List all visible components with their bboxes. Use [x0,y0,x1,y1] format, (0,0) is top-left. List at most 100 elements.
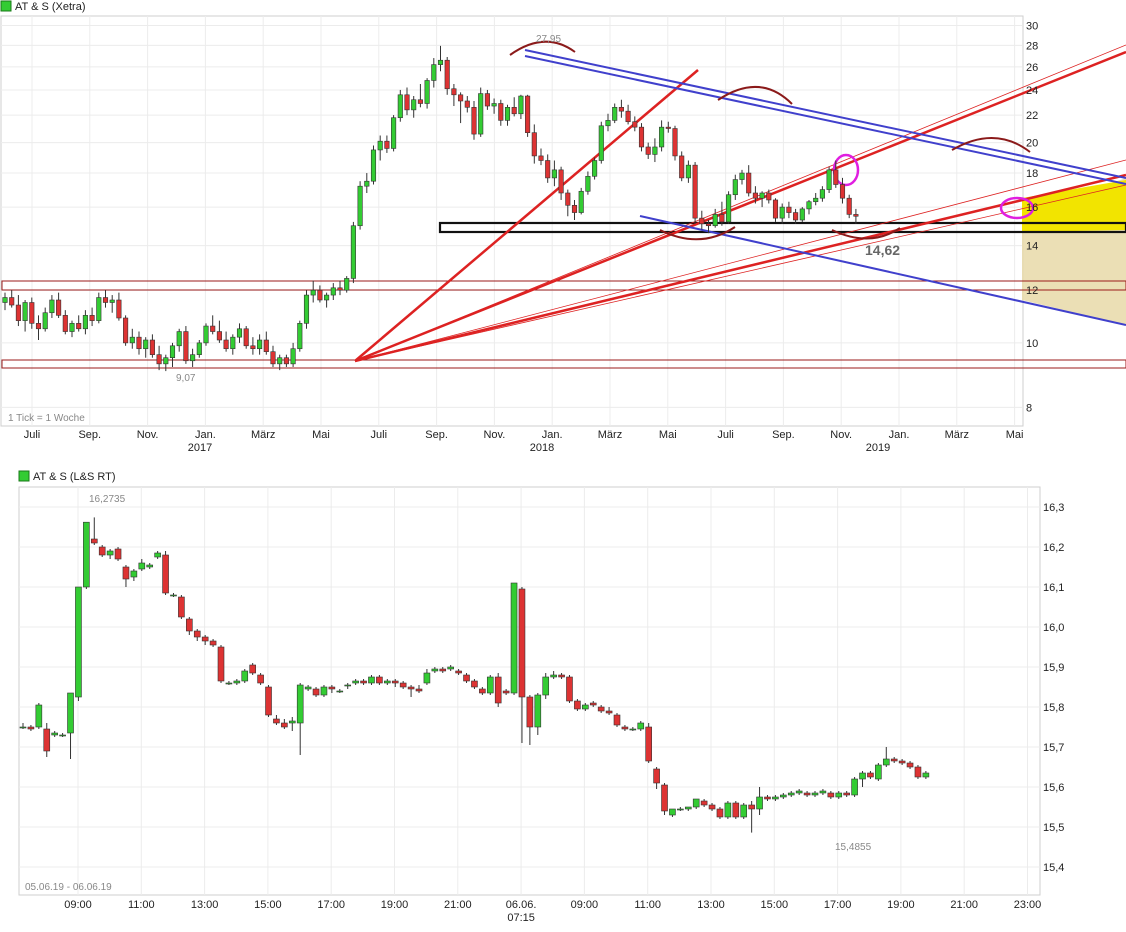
intraday-candle-body [605,710,613,714]
weekly-candle-body [846,197,852,215]
weekly-candle-body [236,328,243,338]
intraday-candle-body [257,674,264,684]
weekly-candle-body [190,354,196,362]
intraday-candle-body [582,704,589,710]
weekly-candle-body [283,357,289,365]
weekly-candle-body [819,189,825,199]
weekly-candle-body [578,190,584,213]
intraday-candle-body [811,792,819,796]
intraday-y-tick: 15,4 [1043,862,1064,874]
intraday-candle-body [875,764,882,780]
weekly-candle-body [538,155,544,161]
intraday-candle-body [296,684,304,724]
weekly-x-year: 2019 [866,442,890,454]
weekly-x-tick: Mai [1006,429,1024,441]
intraday-y-tick: 15,9 [1043,662,1064,674]
weekly-candle-body [491,103,497,107]
weekly-candle-body [357,185,363,227]
legend-swatch-lsrt [18,470,30,482]
intraday-candle-body [463,674,470,682]
intraday-candle-body [835,792,843,798]
intraday-candle-body [336,690,344,693]
weekly-candle-body [498,103,504,121]
intraday-candle-body [906,762,914,768]
intraday-candle-body [320,686,328,696]
weekly-candle-body [303,294,310,324]
intraday-low-label: 15,4855 [835,842,872,853]
weekly-y-tick: 14 [1026,241,1038,253]
weekly-x-tick: Mai [659,429,677,441]
weekly-x-tick: Nov. [830,429,852,441]
weekly-candle-body [705,223,712,227]
weekly-candle-body [786,206,792,213]
intraday-candle-body [724,802,732,818]
weekly-candle-body [585,175,591,192]
weekly-y-tick: 8 [1026,402,1032,414]
weekly-candle-body [364,180,370,187]
weekly-candle-body [109,299,115,303]
intraday-candle-body [613,714,621,726]
weekly-candle-body [163,357,169,365]
intraday-candle-body [740,804,748,818]
weekly-y-tick: 20 [1026,138,1038,150]
weekly-candle-body [391,117,397,149]
weekly-candle-body [806,201,812,210]
weekly-x-tick: Mai [312,429,330,441]
intraday-x-tick: 23:00 [1014,899,1042,911]
intraday-candle-body [75,586,82,698]
weekly-candle-body [250,345,256,350]
intraday-candle-body [360,680,367,684]
intraday-x-tick: 21:00 [950,899,978,911]
intraday-y-tick: 16,1 [1043,582,1064,594]
weekly-candle-body [431,64,437,81]
intraday-candle-body [859,772,866,780]
intraday-candle-body [344,684,352,687]
intraday-candle-body [138,562,146,570]
weekly-candle-body [337,287,343,291]
weekly-candle-body [692,164,698,219]
weekly-y-tick: 30 [1026,20,1038,32]
stock-charts: AT & S (Xetra) 30282624222018161412108 J… [0,0,1126,924]
intraday-candle-body [439,668,447,672]
intraday-candle-body [787,792,795,796]
intraday-candle-body [114,548,122,560]
weekly-candle-body [464,100,470,108]
intraday-candle-body [597,706,605,712]
intraday-candle-body [217,646,225,682]
intraday-candle-body [748,804,755,810]
weekly-y-tick: 18 [1026,168,1038,180]
intraday-candle-body [518,588,526,698]
weekly-candle-body [518,95,524,115]
intraday-candle-body [621,726,629,730]
weekly-candle-body [652,146,658,155]
weekly-candle-body [451,88,457,96]
intraday-chart-panel: AT & S (L&S RT) 16,3 16,2 16,1 16,0 15,9 15,8… [18,470,1064,924]
weekly-candle-body [169,345,176,359]
intraday-candle-body [692,798,700,808]
intraday-y-tick: 15,6 [1043,782,1064,794]
intraday-candle-body [890,758,898,762]
intraday-candle-body [51,732,58,736]
intraday-candle-body [708,804,716,810]
weekly-x-tick: März [598,429,622,441]
weekly-candle-body [417,99,423,104]
intraday-candle-body [328,686,336,690]
weekly-candle-body [297,323,303,350]
weekly-candle-body [149,339,155,355]
weekly-candle-body [511,107,517,115]
weekly-x-tick: Juli [24,429,41,441]
intraday-candle-body [186,618,193,632]
intraday-candle-body [780,794,787,798]
intraday-candle-body [637,722,645,730]
weekly-candle-body [344,278,350,291]
support-level-label: 14,62 [865,242,900,258]
intraday-candle-body [510,582,518,694]
weekly-candle-body [277,357,283,365]
intraday-y-tick: 16,0 [1043,622,1064,634]
weekly-y-tick: 16 [1026,202,1038,214]
weekly-candle-body [310,289,316,296]
weekly-candle-body [22,302,28,321]
weekly-candle-body [257,339,263,350]
weekly-candle-body [350,225,356,279]
weekly-candle-body [712,214,718,227]
